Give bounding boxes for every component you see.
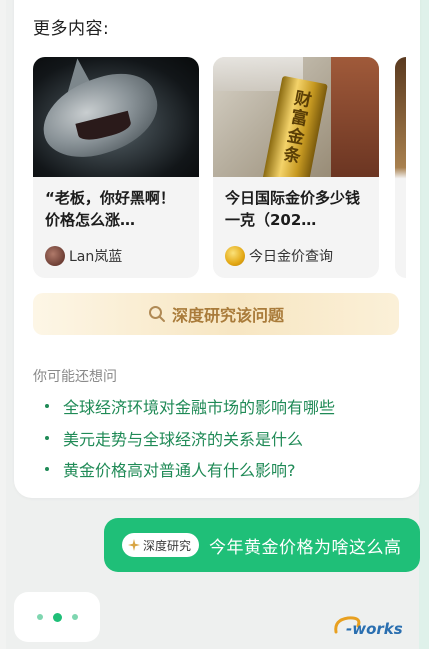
watermark-logo-icon: -works xyxy=(334,616,403,638)
gold-bar-image: 财富金条 xyxy=(213,57,379,177)
gold-coin-icon xyxy=(225,246,245,266)
typing-dot xyxy=(52,612,62,622)
recommendation-card-peek[interactable] xyxy=(395,57,406,278)
right-edge xyxy=(419,0,429,649)
user-message-text: 今年黄金价格为啥这么高 xyxy=(209,537,402,558)
recommendation-author: 今日金价查询 xyxy=(213,233,379,266)
suggestion-item[interactable]: 全球经济环境对金融市场的影响有哪些 xyxy=(45,394,335,418)
recommendation-title: 今日国际金价多少钱一克（202… xyxy=(225,189,361,229)
author-name: Lan岚蓝 xyxy=(69,249,123,265)
search-icon xyxy=(148,306,165,322)
e-works-logo: -works xyxy=(332,612,424,642)
avatar xyxy=(45,246,65,266)
deep-research-label: 深度研究该问题 xyxy=(171,306,284,325)
recommendation-card[interactable]: “老板，你好黑啊！价格怎么涨… Lan岚蓝 xyxy=(33,57,199,278)
bullet-icon xyxy=(45,436,49,440)
deep-research-button[interactable]: 深度研究该问题 xyxy=(33,293,399,335)
section-title: 更多内容: xyxy=(33,19,110,39)
suggestion-item[interactable]: 黄金价格高对普通人有什么影响? xyxy=(45,457,296,481)
user-message-bubble: 深度研究 今年黄金价格为啥这么高 xyxy=(104,518,420,572)
author-name: 今日金价查询 xyxy=(249,249,333,265)
gold-bar-text: 财富金条 xyxy=(278,87,313,167)
suggestions-label: 你可能还想问 xyxy=(33,369,117,385)
typing-indicator xyxy=(14,592,100,642)
typing-dot xyxy=(71,614,78,620)
left-edge xyxy=(0,0,6,649)
svg-text:-works: -works xyxy=(346,620,403,638)
deep-research-tag: 深度研究 xyxy=(122,533,200,557)
bullet-icon xyxy=(45,467,49,471)
sparkle-icon xyxy=(128,539,140,551)
bullet-icon xyxy=(45,404,49,408)
recommendation-title: “老板，你好黑啊！价格怎么涨… xyxy=(45,189,175,229)
recommendation-author: Lan岚蓝 xyxy=(33,233,199,266)
typing-dot xyxy=(36,614,43,620)
suggestion-item[interactable]: 美元走势与全球经济的关系是什么 xyxy=(45,426,303,450)
recommendation-card[interactable]: 财富金条 今日国际金价多少钱一克（202… 今日金价查询 xyxy=(213,57,379,278)
shark-image xyxy=(33,57,199,177)
